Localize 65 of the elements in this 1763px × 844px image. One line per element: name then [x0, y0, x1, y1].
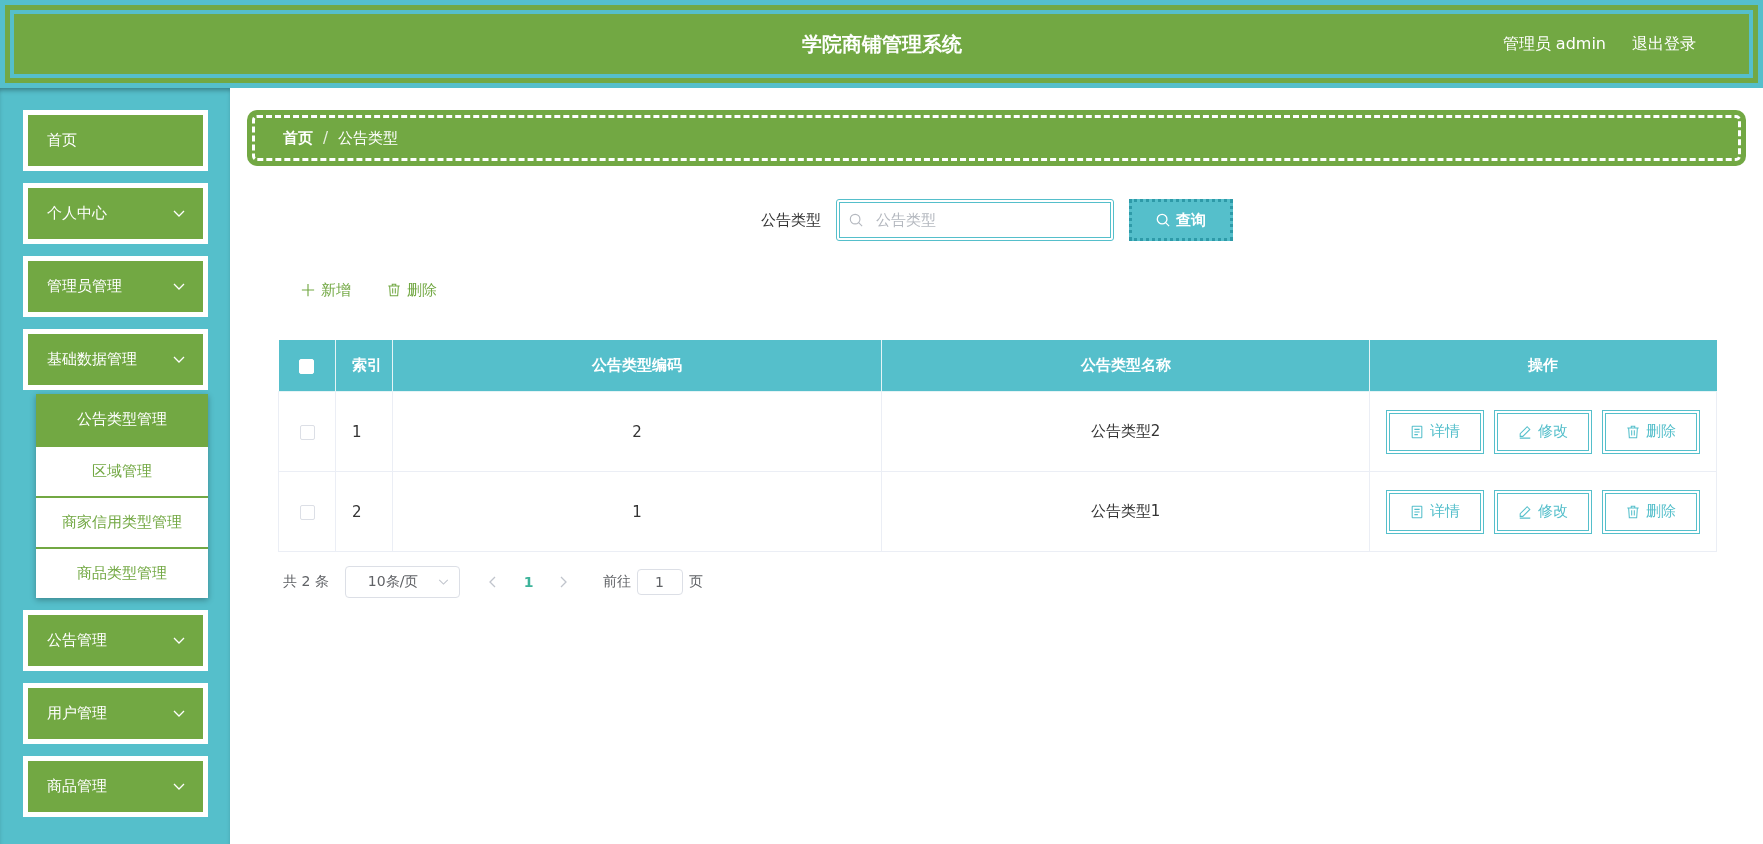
search-button[interactable]: 查询 — [1128, 199, 1233, 241]
column-header: 公告类型名称 — [881, 340, 1370, 392]
sidebar-item[interactable]: 首页 — [23, 110, 208, 171]
submenu-item[interactable]: 公告类型管理 — [36, 394, 208, 445]
search-icon — [1155, 213, 1170, 227]
table-cell: 公告类型1 — [881, 471, 1370, 552]
total-count: 共 2 条 — [283, 573, 329, 591]
sidebar-item[interactable]: 基础数据管理 — [23, 329, 208, 390]
sidebar-item[interactable]: 管理员管理 — [23, 256, 208, 317]
chevron-right-icon[interactable] — [559, 576, 567, 588]
chevron-down-icon — [173, 283, 185, 290]
pencil-icon — [1518, 504, 1532, 519]
user-label: 管理员 admin — [1502, 33, 1606, 55]
sidebar-item[interactable]: 用户管理 — [23, 683, 208, 744]
logout-link[interactable]: 退出登录 — [1632, 33, 1696, 55]
app-title: 学院商铺管理系统 — [801, 30, 962, 58]
chevron-left-icon[interactable] — [488, 576, 496, 588]
search-field[interactable]: 公告类型 — [835, 199, 1114, 241]
checkbox[interactable] — [299, 504, 315, 520]
detail-button[interactable]: 详情 — [1386, 409, 1484, 454]
goto-label: 前往 — [602, 573, 631, 591]
checkbox[interactable] — [299, 424, 315, 440]
chevron-down-icon — [173, 783, 185, 790]
document-icon — [1410, 424, 1424, 439]
sidebar-item[interactable]: 公告管理 — [23, 610, 208, 671]
breadcrumb-current: 公告类型 — [338, 128, 399, 148]
submenu-item[interactable]: 商品类型管理 — [36, 547, 208, 598]
pencil-icon — [1518, 424, 1532, 439]
trash-icon — [1626, 424, 1640, 439]
plus-icon — [301, 283, 315, 297]
document-icon — [1410, 504, 1424, 519]
page-unit-label: 页 — [688, 573, 703, 591]
breadcrumb-link[interactable]: 首页 — [283, 128, 313, 148]
chevron-down-icon — [173, 210, 185, 217]
table-cell: 公告类型2 — [881, 391, 1370, 472]
add-button[interactable]: 新增 — [301, 280, 351, 300]
trash-icon — [1626, 504, 1640, 519]
edit-button[interactable]: 修改 — [1494, 489, 1592, 534]
table-cell: 2 — [335, 471, 393, 552]
page-input[interactable]: 1 — [636, 569, 683, 595]
sidebar-item[interactable]: 个人中心 — [23, 183, 208, 244]
chevron-down-icon — [173, 710, 185, 717]
column-header: 公告类型编码 — [392, 340, 882, 392]
delete-button[interactable]: 删除 — [387, 280, 437, 300]
column-header: 操作 — [1369, 340, 1717, 392]
table-cell: 1 — [392, 471, 882, 552]
edit-button[interactable]: 修改 — [1494, 409, 1592, 454]
page-number[interactable]: 1 — [523, 574, 534, 590]
sidebar-item[interactable]: 商品管理 — [23, 756, 208, 817]
table-cell: 2 — [392, 391, 882, 472]
table-cell: 1 — [335, 391, 393, 472]
breadcrumb-separator: / — [323, 129, 329, 147]
search-label: 公告类型 — [760, 210, 821, 230]
detail-button[interactable]: 详情 — [1386, 489, 1484, 534]
delete-button[interactable]: 删除 — [1602, 489, 1700, 534]
chevron-down-icon — [173, 637, 185, 644]
trash-icon — [387, 283, 401, 297]
delete-button[interactable]: 删除 — [1602, 409, 1700, 454]
submenu-item[interactable]: 商家信用类型管理 — [36, 496, 208, 547]
search-icon — [848, 213, 863, 227]
chevron-down-icon — [173, 356, 185, 363]
chevron-down-icon — [437, 579, 449, 585]
column-header: 索引 — [335, 340, 393, 392]
submenu-item[interactable]: 区域管理 — [36, 445, 208, 496]
page-size-select[interactable]: 10条/页 — [344, 566, 460, 598]
